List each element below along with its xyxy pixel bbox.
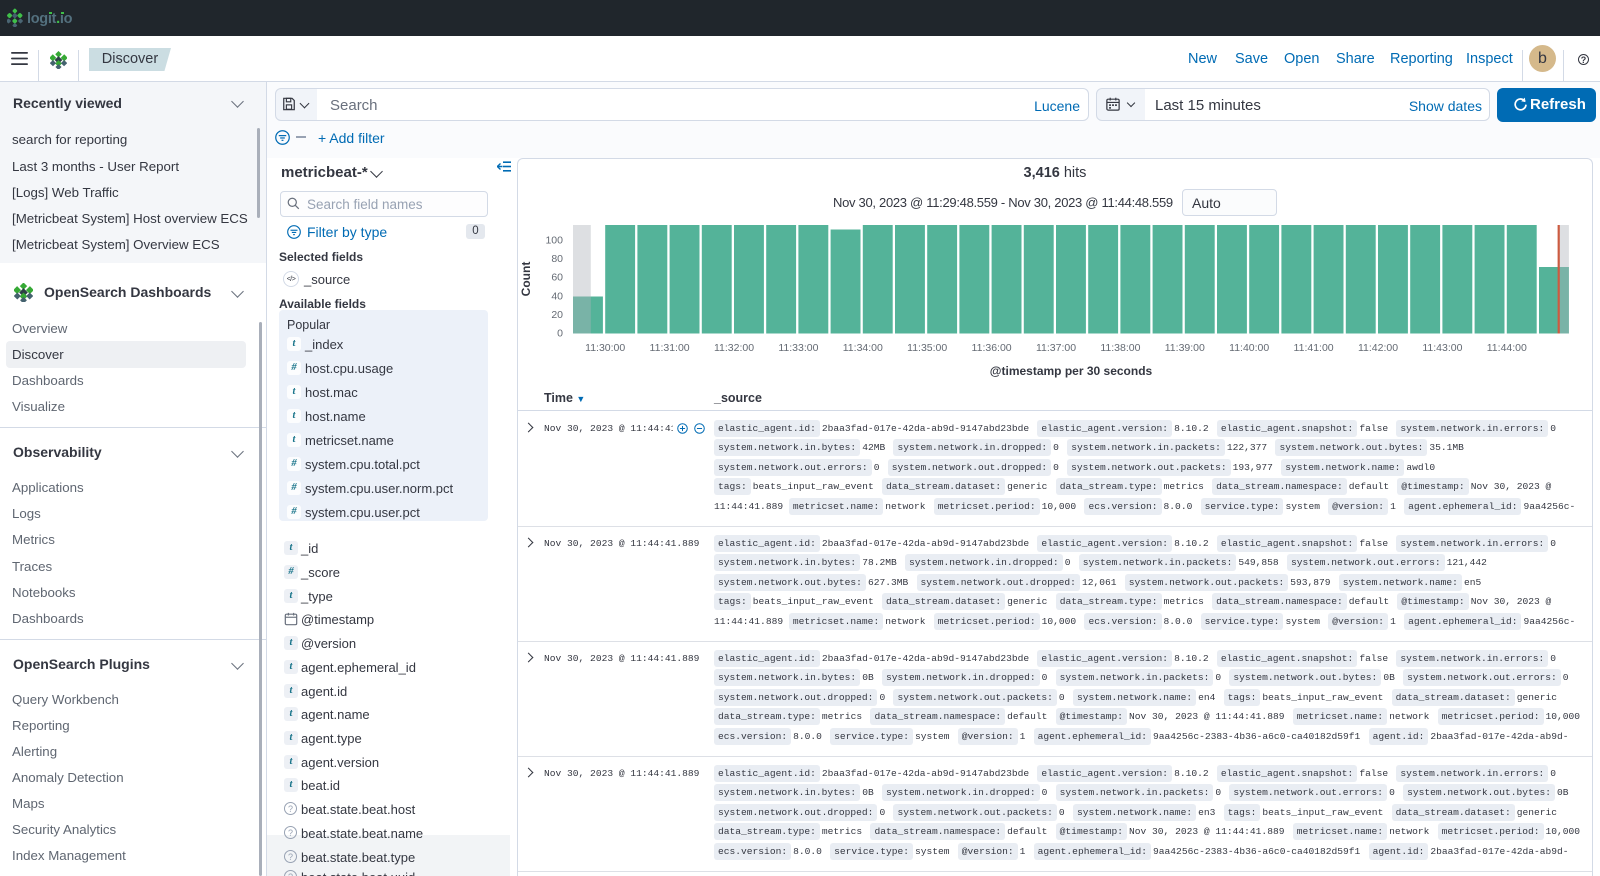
svg-text:11:34:00: 11:34:00 bbox=[843, 342, 883, 354]
svg-text:11:37:00: 11:37:00 bbox=[1036, 342, 1076, 354]
svg-text:0: 0 bbox=[557, 328, 563, 340]
svg-text:100: 100 bbox=[545, 234, 563, 246]
svg-text:11:31:00: 11:31:00 bbox=[650, 342, 690, 354]
svg-text:11:42:00: 11:42:00 bbox=[1358, 342, 1398, 354]
svg-text:11:40:00: 11:40:00 bbox=[1229, 342, 1269, 354]
svg-text:11:33:00: 11:33:00 bbox=[778, 342, 818, 354]
svg-text:80: 80 bbox=[551, 253, 563, 265]
svg-text:11:30:00: 11:30:00 bbox=[585, 342, 625, 354]
svg-text:20: 20 bbox=[551, 309, 563, 321]
svg-text:11:43:00: 11:43:00 bbox=[1422, 342, 1462, 354]
svg-text:11:35:00: 11:35:00 bbox=[907, 342, 947, 354]
svg-text:11:38:00: 11:38:00 bbox=[1100, 342, 1140, 354]
svg-text:@timestamp per 30 seconds: @timestamp per 30 seconds bbox=[990, 364, 1153, 378]
svg-text:11:44:00: 11:44:00 bbox=[1487, 342, 1527, 354]
svg-text:11:41:00: 11:41:00 bbox=[1294, 342, 1334, 354]
svg-text:40: 40 bbox=[551, 290, 563, 302]
svg-text:11:39:00: 11:39:00 bbox=[1165, 342, 1205, 354]
svg-text:11:36:00: 11:36:00 bbox=[972, 342, 1012, 354]
svg-text:Count: Count bbox=[519, 262, 533, 297]
svg-text:11:32:00: 11:32:00 bbox=[714, 342, 754, 354]
svg-text:60: 60 bbox=[551, 272, 563, 284]
